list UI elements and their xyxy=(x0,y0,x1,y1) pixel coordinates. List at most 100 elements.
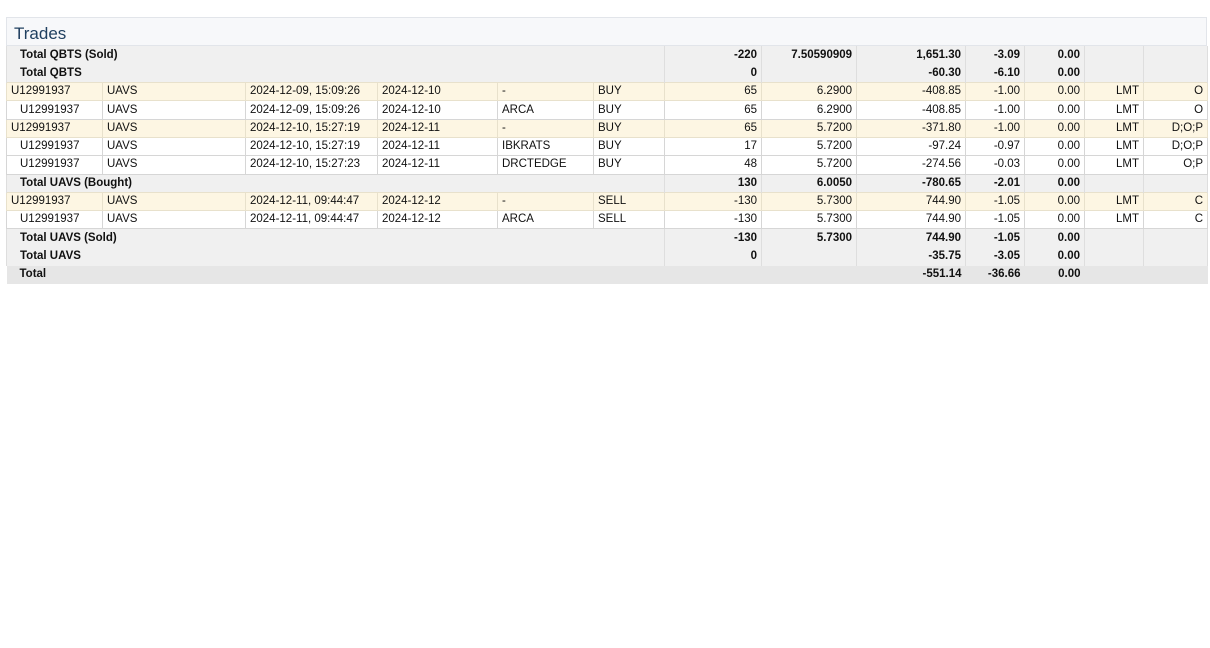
settle-date-cell: 2024-12-10 xyxy=(377,100,498,120)
section-header[interactable]: Trades xyxy=(6,17,1207,46)
datetime-cell: 2024-12-09, 15:09:26 xyxy=(245,82,378,102)
side-cell: SELL xyxy=(592,210,666,230)
order-type-cell: LMT xyxy=(1084,118,1145,138)
execution-row[interactable]: U12991937 UAVS 2024-12-10, 15:27:19 2024-12… xyxy=(6,136,1209,157)
symbol-cell: UAVS xyxy=(102,100,246,120)
order-row[interactable]: U12991937 UAVS 2024-12-10, 15:27:19 2024-12… xyxy=(6,118,1209,138)
side-cell: BUY xyxy=(592,155,666,175)
total-row[interactable]: Total UAVS (Bought) 130 6.0050 -780.65 -2.01… xyxy=(5,174,1209,193)
order-type-cell xyxy=(1084,228,1145,248)
order-type-cell: LMT xyxy=(1084,82,1145,102)
code-cell: O;P xyxy=(1143,155,1209,175)
trades-body: Total QBTS (Sold) -220 7.50590909 1,651.30-… xyxy=(5,46,1209,284)
code-cell: O xyxy=(1143,82,1209,102)
fee-cell: 0.00 xyxy=(1024,265,1085,284)
account-cell: U12991937 xyxy=(6,191,103,212)
account-cell: U12991937 xyxy=(6,210,103,230)
price-cell: 5.7300 xyxy=(761,191,858,212)
quantity-cell: -130 xyxy=(664,228,763,248)
account-cell: U12991937 xyxy=(6,136,103,157)
fee-cell: 0.00 xyxy=(1024,46,1086,65)
total-label: Total UAVS (Bought) xyxy=(5,174,666,193)
code-cell: O xyxy=(1143,100,1209,120)
settle-date-cell: 2024-12-11 xyxy=(377,136,498,157)
commission-cell: -2.01 xyxy=(965,174,1026,193)
execution-row[interactable]: U12991937 UAVS 2024-12-11, 09:44:47 2024-12… xyxy=(6,210,1209,230)
account-cell: U12991937 xyxy=(6,118,103,138)
proceeds-cell: 744.90 xyxy=(856,191,967,212)
fee-cell: 0.00 xyxy=(1024,228,1086,248)
datetime-cell: 2024-12-11, 09:44:47 xyxy=(245,210,378,230)
order-type-cell: LMT xyxy=(1084,210,1145,230)
commission-cell: -1.00 xyxy=(965,100,1026,120)
symbol-cell: UAVS xyxy=(102,82,246,102)
total-label: Total UAVS xyxy=(5,247,666,266)
trades-panel: Trades Total QBTS (Sold) -220 7.50590909 1,… xyxy=(5,17,1209,284)
symbol-cell: UAVS xyxy=(102,118,246,138)
settle-date-cell: 2024-12-10 xyxy=(377,82,498,102)
total-row[interactable]: Total UAVS (Sold) -130 5.7300 744.90 -1.05 0.… xyxy=(5,228,1209,248)
fee-cell: 0.00 xyxy=(1024,191,1086,212)
settle-date-cell: 2024-12-12 xyxy=(377,210,498,230)
order-type-cell xyxy=(1084,64,1145,83)
total-row[interactable]: Total UAVS 0 -35.75 -3.05 0.00 xyxy=(5,247,1209,266)
account-cell: U12991937 xyxy=(6,82,103,102)
symbol-cell: UAVS xyxy=(102,136,246,157)
symbol-cell: UAVS xyxy=(102,191,246,212)
code-cell xyxy=(1143,174,1209,193)
proceeds-cell: 1,651.30 xyxy=(856,46,967,65)
total-label: Total UAVS (Sold) xyxy=(5,228,666,248)
commission-cell: -1.05 xyxy=(965,228,1026,248)
fee-cell: 0.00 xyxy=(1024,64,1086,83)
price-cell: 5.7300 xyxy=(761,228,858,248)
order-row[interactable]: U12991937 UAVS 2024-12-11, 09:44:47 2024-12… xyxy=(6,191,1209,212)
quantity-cell: 65 xyxy=(664,118,763,138)
quantity-cell: -130 xyxy=(664,210,763,230)
commission-cell: -1.00 xyxy=(965,118,1026,138)
trades-table: Total QBTS (Sold) -220 7.50590909 1,651.30-… xyxy=(5,46,1209,284)
quantity-cell: -220 xyxy=(664,46,763,65)
exchange-cell: ARCA xyxy=(497,100,594,120)
fee-cell: 0.00 xyxy=(1024,118,1086,138)
quantity-cell: 65 xyxy=(664,82,763,102)
price-cell: 6.0050 xyxy=(761,174,858,193)
exchange-cell: ARCA xyxy=(497,210,594,230)
symbol-cell: UAVS xyxy=(102,155,246,175)
price-cell: 5.7200 xyxy=(761,136,858,157)
order-row[interactable]: U12991937 UAVS 2024-12-09, 15:09:26 2024-12… xyxy=(6,82,1209,102)
code-cell: C xyxy=(1143,210,1209,230)
commission-cell: -0.97 xyxy=(965,136,1026,157)
total-label: Total QBTS (Sold) xyxy=(5,46,666,65)
order-type-cell: LMT xyxy=(1084,155,1145,175)
order-type-cell: LMT xyxy=(1084,136,1145,157)
execution-row[interactable]: U12991937 UAVS 2024-12-10, 15:27:23 2024-12… xyxy=(6,155,1209,175)
datetime-cell: 2024-12-09, 15:09:26 xyxy=(245,100,378,120)
price-cell: 5.7200 xyxy=(761,155,858,175)
commission-cell: -3.09 xyxy=(965,46,1026,65)
commission-cell: -36.66 xyxy=(965,265,1025,284)
section-title: Trades xyxy=(14,24,67,43)
fee-cell: 0.00 xyxy=(1024,82,1086,102)
quantity-cell: 0 xyxy=(664,247,763,266)
code-cell: D;O;P xyxy=(1143,118,1209,138)
order-type-cell xyxy=(1084,265,1144,284)
side-cell: BUY xyxy=(592,82,666,102)
order-type-cell xyxy=(1084,174,1145,193)
execution-row[interactable]: U12991937 UAVS 2024-12-09, 15:09:26 2024-12… xyxy=(6,100,1209,120)
symbol-cell: UAVS xyxy=(102,210,246,230)
side-cell: BUY xyxy=(592,136,666,157)
settle-date-cell: 2024-12-11 xyxy=(377,155,498,175)
total-row[interactable]: Total QBTS 0 -60.30 -6.10 0.00 xyxy=(5,64,1209,83)
price-cell: 5.7200 xyxy=(761,118,858,138)
grand-total-row[interactable]: Total -551.14 -36.66 0.00 xyxy=(6,265,1208,284)
proceeds-cell: -371.80 xyxy=(856,118,967,138)
order-type-cell: LMT xyxy=(1084,100,1145,120)
proceeds-cell: -97.24 xyxy=(856,136,967,157)
proceeds-cell: -780.65 xyxy=(856,174,967,193)
total-row[interactable]: Total QBTS (Sold) -220 7.50590909 1,651.30-… xyxy=(5,46,1209,65)
total-label: Total xyxy=(6,265,857,284)
price-cell: 7.50590909 xyxy=(761,46,858,65)
settle-date-cell: 2024-12-11 xyxy=(377,118,498,138)
code-cell xyxy=(1143,228,1209,248)
total-label: Total QBTS xyxy=(5,64,666,83)
